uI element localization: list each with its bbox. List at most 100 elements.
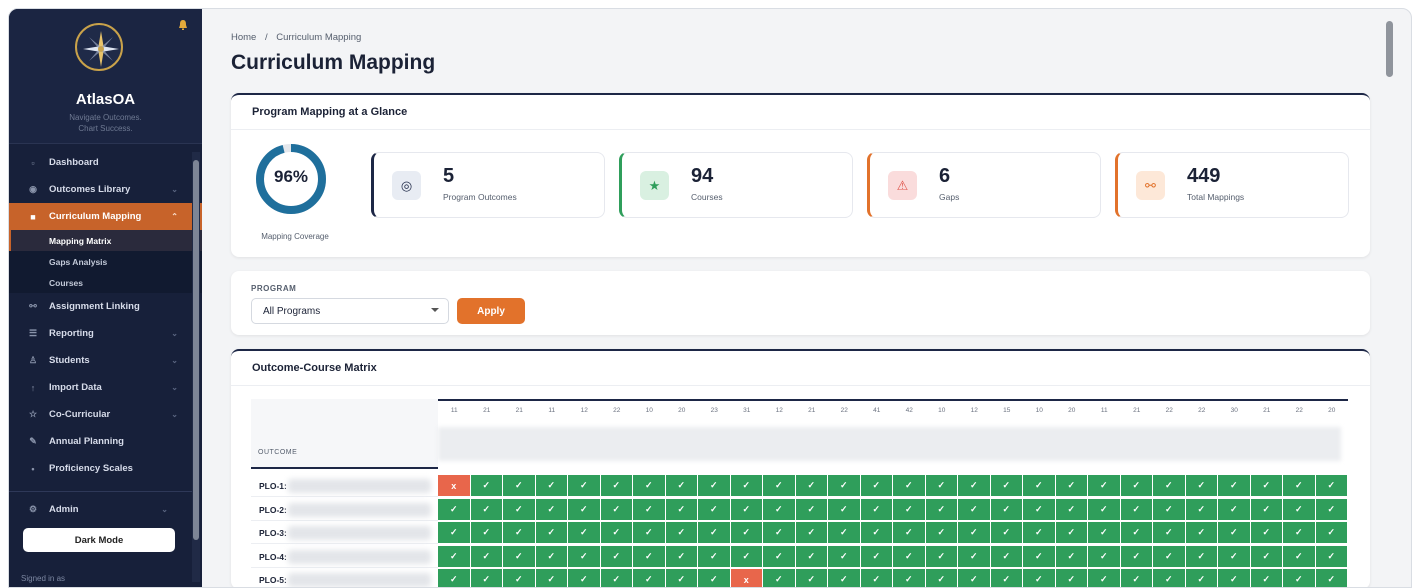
sidebar-item-admin[interactable]: ⚙ Admin ⌄ — [9, 496, 192, 523]
matrix-mapped-cell[interactable]: ✓ — [568, 569, 600, 587]
matrix-mapped-cell[interactable]: ✓ — [1218, 545, 1250, 567]
matrix-mapped-cell[interactable]: ✓ — [1315, 475, 1347, 496]
matrix-mapped-cell[interactable]: ✓ — [503, 498, 535, 520]
matrix-mapped-cell[interactable]: ✓ — [925, 569, 957, 587]
matrix-mapped-cell[interactable]: ✓ — [1088, 569, 1120, 587]
matrix-mapped-cell[interactable]: ✓ — [828, 475, 860, 496]
matrix-mapped-cell[interactable]: ✓ — [1088, 522, 1120, 543]
sidebar-subitem-courses[interactable]: Courses — [9, 272, 202, 293]
compass-logo-icon[interactable] — [75, 23, 123, 71]
matrix-mapped-cell[interactable]: ✓ — [1218, 569, 1250, 587]
matrix-mapped-cell[interactable]: ✓ — [1250, 545, 1282, 567]
matrix-gap-cell[interactable]: x — [730, 569, 762, 587]
matrix-mapped-cell[interactable]: ✓ — [763, 522, 795, 543]
matrix-mapped-cell[interactable]: ✓ — [1218, 475, 1250, 496]
matrix-mapped-cell[interactable]: ✓ — [828, 498, 860, 520]
dark-mode-button[interactable]: Dark Mode — [23, 528, 175, 552]
matrix-mapped-cell[interactable]: ✓ — [470, 498, 502, 520]
matrix-mapped-cell[interactable]: ✓ — [665, 498, 697, 520]
matrix-mapped-cell[interactable]: ✓ — [925, 498, 957, 520]
matrix-mapped-cell[interactable]: ✓ — [763, 569, 795, 587]
matrix-mapped-cell[interactable]: ✓ — [795, 522, 827, 543]
matrix-mapped-cell[interactable]: ✓ — [958, 545, 990, 567]
page-scrollbar[interactable] — [1386, 13, 1394, 585]
matrix-mapped-cell[interactable]: ✓ — [568, 475, 600, 496]
matrix-mapped-cell[interactable]: ✓ — [1185, 569, 1217, 587]
matrix-mapped-cell[interactable]: ✓ — [958, 569, 990, 587]
matrix-mapped-cell[interactable]: ✓ — [665, 475, 697, 496]
matrix-mapped-cell[interactable]: ✓ — [535, 569, 567, 587]
matrix-mapped-cell[interactable]: ✓ — [698, 569, 730, 587]
sidebar-item-proficiency-scales[interactable]: • Proficiency Scales — [9, 455, 202, 482]
matrix-mapped-cell[interactable]: ✓ — [1023, 522, 1055, 543]
matrix-mapped-cell[interactable]: ✓ — [1185, 475, 1217, 496]
matrix-mapped-cell[interactable]: ✓ — [1283, 545, 1315, 567]
matrix-mapped-cell[interactable]: ✓ — [828, 522, 860, 543]
sidebar-item-assignment-linking[interactable]: ⚯ Assignment Linking — [9, 293, 202, 320]
matrix-mapped-cell[interactable]: ✓ — [633, 522, 665, 543]
matrix-mapped-cell[interactable]: ✓ — [893, 545, 925, 567]
matrix-mapped-cell[interactable]: ✓ — [1218, 522, 1250, 543]
matrix-mapped-cell[interactable]: ✓ — [1120, 545, 1152, 567]
matrix-mapped-cell[interactable]: ✓ — [633, 569, 665, 587]
matrix-mapped-cell[interactable]: ✓ — [470, 522, 502, 543]
matrix-mapped-cell[interactable]: ✓ — [438, 569, 470, 587]
matrix-mapped-cell[interactable]: ✓ — [438, 498, 470, 520]
matrix-mapped-cell[interactable]: ✓ — [763, 545, 795, 567]
matrix-mapped-cell[interactable]: ✓ — [503, 475, 535, 496]
matrix-mapped-cell[interactable]: ✓ — [795, 569, 827, 587]
matrix-mapped-cell[interactable]: ✓ — [1088, 498, 1120, 520]
matrix-mapped-cell[interactable]: ✓ — [1055, 569, 1087, 587]
matrix-mapped-cell[interactable]: ✓ — [990, 522, 1022, 543]
matrix-mapped-cell[interactable]: ✓ — [990, 569, 1022, 587]
matrix-mapped-cell[interactable]: ✓ — [1315, 569, 1347, 587]
matrix-mapped-cell[interactable]: ✓ — [990, 475, 1022, 496]
sidebar-scrollbar-thumb[interactable] — [193, 160, 199, 540]
matrix-mapped-cell[interactable]: ✓ — [438, 522, 470, 543]
matrix-mapped-cell[interactable]: ✓ — [763, 475, 795, 496]
matrix-mapped-cell[interactable]: ✓ — [1153, 569, 1185, 587]
matrix-mapped-cell[interactable]: ✓ — [535, 498, 567, 520]
bell-icon[interactable] — [177, 19, 189, 31]
matrix-mapped-cell[interactable]: ✓ — [568, 522, 600, 543]
sidebar-item-reporting[interactable]: ☰ Reporting ⌄ — [9, 320, 202, 347]
matrix-mapped-cell[interactable]: ✓ — [893, 475, 925, 496]
matrix-mapped-cell[interactable]: ✓ — [535, 545, 567, 567]
breadcrumb-home-link[interactable]: Home — [231, 32, 256, 43]
sidebar-subitem-mapping-matrix[interactable]: Mapping Matrix — [9, 230, 202, 251]
matrix-mapped-cell[interactable]: ✓ — [698, 545, 730, 567]
matrix-mapped-cell[interactable]: ✓ — [1153, 545, 1185, 567]
apply-button[interactable]: Apply — [457, 298, 525, 324]
sidebar-scrollbar[interactable] — [192, 152, 200, 582]
matrix-mapped-cell[interactable]: ✓ — [633, 498, 665, 520]
program-select[interactable]: All Programs — [251, 298, 449, 324]
sidebar-item-annual-planning[interactable]: ✎ Annual Planning — [9, 428, 202, 455]
matrix-mapped-cell[interactable]: ✓ — [665, 522, 697, 543]
matrix-mapped-cell[interactable]: ✓ — [860, 569, 892, 587]
matrix-mapped-cell[interactable]: ✓ — [503, 522, 535, 543]
matrix-mapped-cell[interactable]: ✓ — [1315, 498, 1347, 520]
matrix-mapped-cell[interactable]: ✓ — [795, 498, 827, 520]
matrix-mapped-cell[interactable]: ✓ — [925, 545, 957, 567]
matrix-mapped-cell[interactable]: ✓ — [860, 545, 892, 567]
matrix-mapped-cell[interactable]: ✓ — [600, 475, 632, 496]
matrix-mapped-cell[interactable]: ✓ — [1055, 498, 1087, 520]
matrix-mapped-cell[interactable]: ✓ — [925, 522, 957, 543]
matrix-mapped-cell[interactable]: ✓ — [990, 498, 1022, 520]
matrix-mapped-cell[interactable]: ✓ — [600, 569, 632, 587]
matrix-gap-cell[interactable]: x — [438, 475, 470, 496]
matrix-mapped-cell[interactable]: ✓ — [763, 498, 795, 520]
matrix-mapped-cell[interactable]: ✓ — [600, 522, 632, 543]
matrix-mapped-cell[interactable]: ✓ — [1283, 475, 1315, 496]
matrix-mapped-cell[interactable]: ✓ — [1283, 522, 1315, 543]
matrix-mapped-cell[interactable]: ✓ — [1250, 475, 1282, 496]
matrix-mapped-cell[interactable]: ✓ — [1153, 522, 1185, 543]
matrix-mapped-cell[interactable]: ✓ — [828, 545, 860, 567]
matrix-mapped-cell[interactable]: ✓ — [503, 545, 535, 567]
matrix-mapped-cell[interactable]: ✓ — [600, 545, 632, 567]
matrix-mapped-cell[interactable]: ✓ — [958, 522, 990, 543]
matrix-mapped-cell[interactable]: ✓ — [1315, 522, 1347, 543]
matrix-mapped-cell[interactable]: ✓ — [698, 475, 730, 496]
matrix-mapped-cell[interactable]: ✓ — [698, 522, 730, 543]
matrix-mapped-cell[interactable]: ✓ — [1185, 498, 1217, 520]
